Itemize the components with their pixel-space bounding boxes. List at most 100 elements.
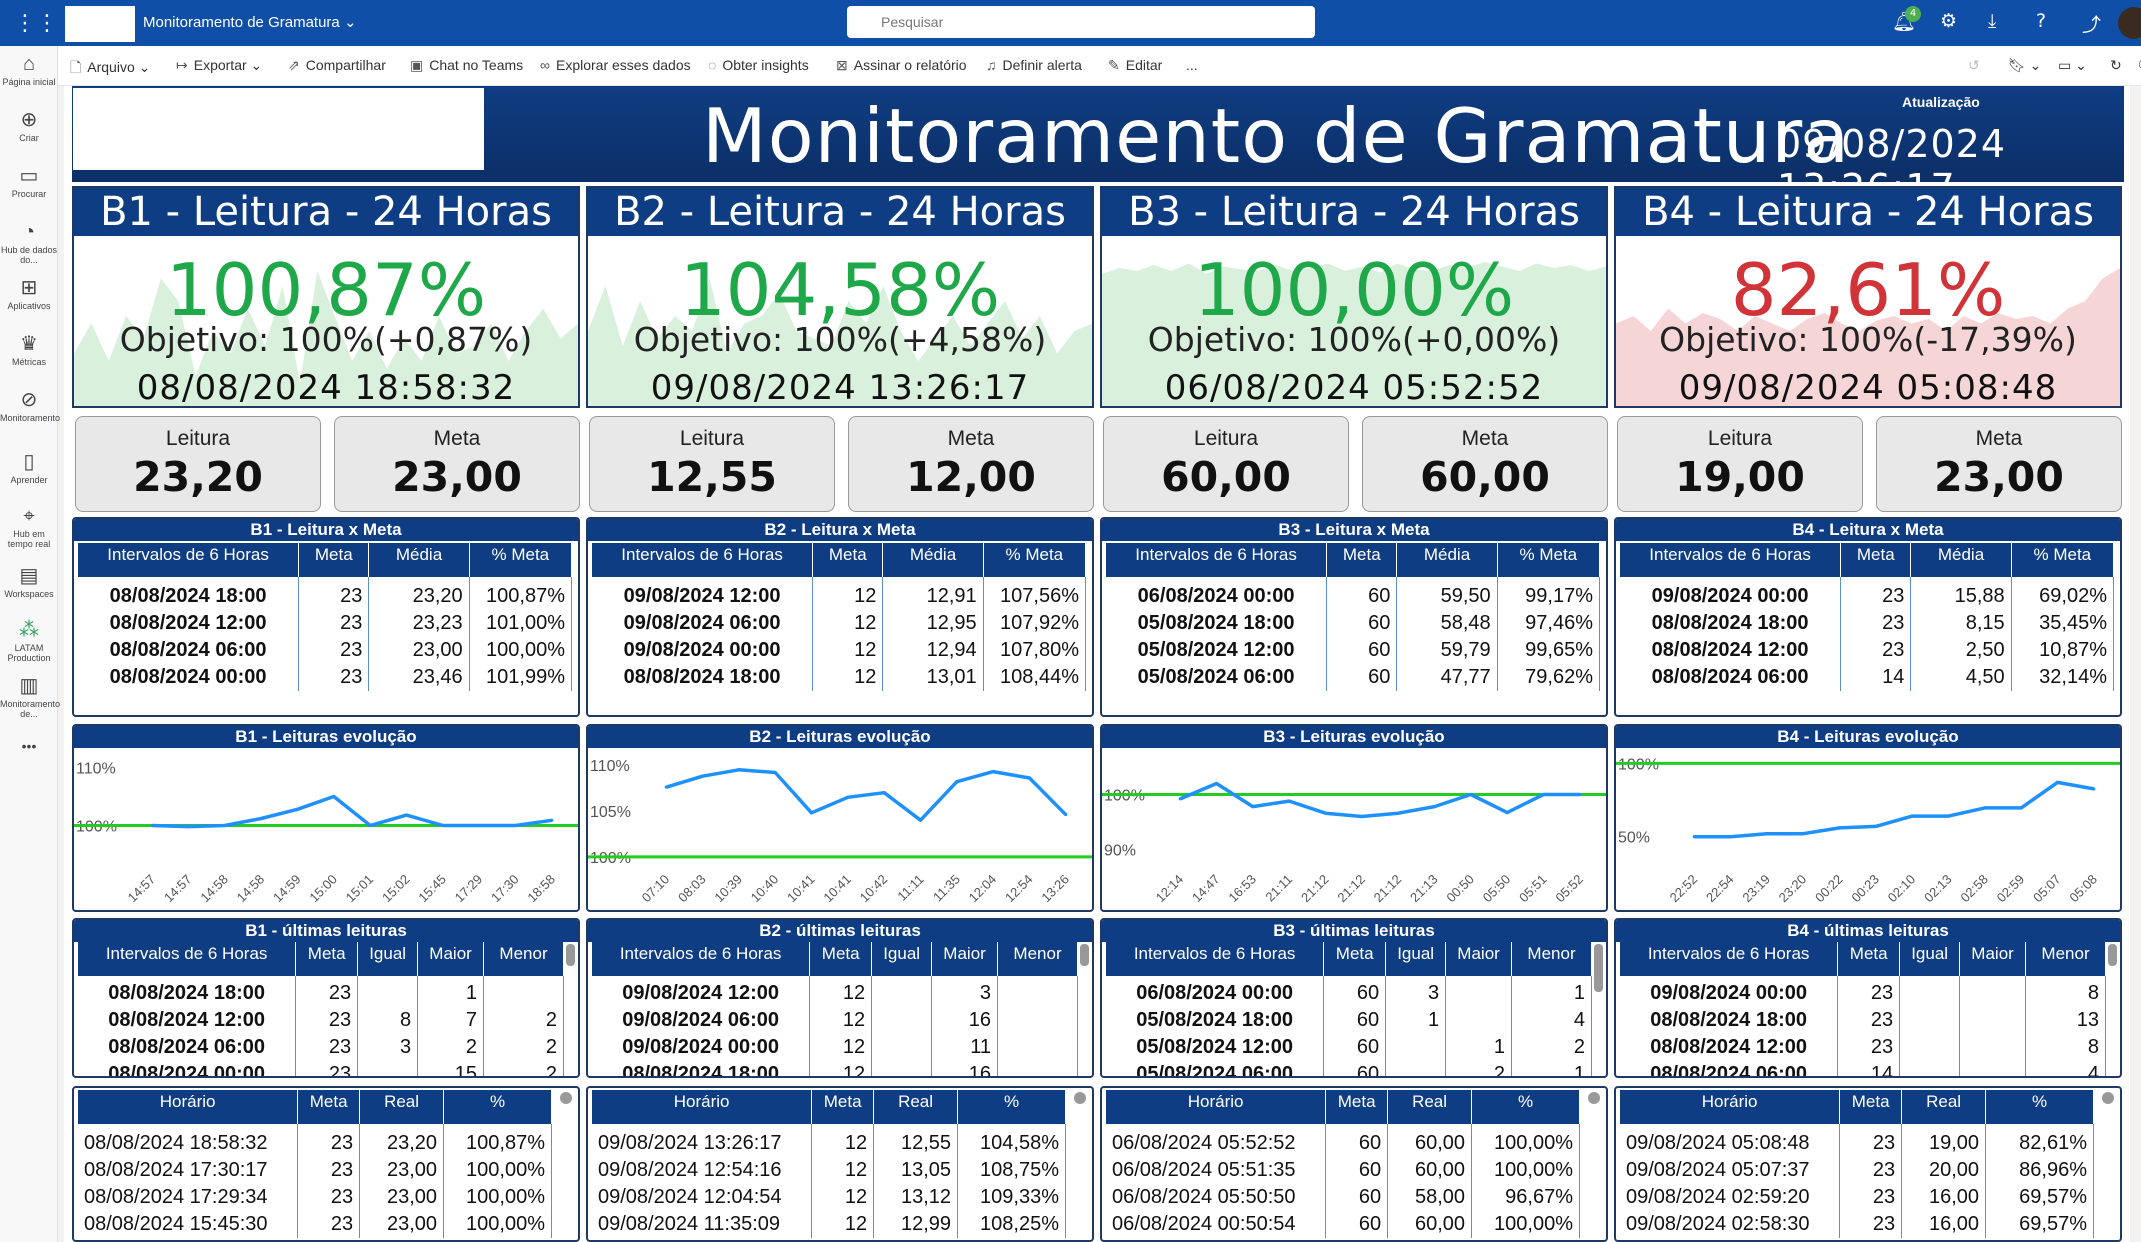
share-button[interactable]: ⇗ Compartilhar xyxy=(288,57,386,74)
column-header[interactable]: Menor xyxy=(1511,942,1592,976)
column-header[interactable]: Maior xyxy=(417,942,485,976)
report-name-dropdown[interactable]: Monitoramento de Gramatura ⌄ xyxy=(143,13,357,31)
column-header[interactable]: Meta xyxy=(295,942,359,976)
nav-item-book[interactable]: ▯ Aprender xyxy=(0,450,58,485)
column-header[interactable]: Horário xyxy=(1620,1090,1841,1124)
column-header[interactable]: Meta xyxy=(812,543,884,577)
scrollbar[interactable] xyxy=(1080,944,1089,966)
column-header[interactable]: Média xyxy=(368,543,470,577)
bookmark-icon[interactable]: 🔖︎ ⌄ xyxy=(2008,57,2041,74)
table-cell: 06/08/2024 00:50:54 xyxy=(1106,1211,1327,1238)
explore-data-button[interactable]: ∞ Explorar esses dados xyxy=(540,57,691,73)
nav-item-folder[interactable]: ▭ Procurar xyxy=(0,164,58,199)
column-header[interactable]: Menor xyxy=(2025,942,2106,976)
column-header[interactable]: Maior xyxy=(1445,942,1513,976)
column-header[interactable]: % xyxy=(957,1090,1066,1124)
column-header[interactable]: Intervalos de 6 Horas xyxy=(592,543,814,577)
column-header[interactable]: Meta xyxy=(1840,543,1912,577)
comment-icon[interactable]: 🗨︎ xyxy=(2136,57,2141,74)
scrollbar[interactable] xyxy=(1594,944,1603,992)
help-icon[interactable]: ? xyxy=(2036,10,2046,32)
nav-item-latam[interactable]: ⁂ LATAM Production xyxy=(0,618,58,663)
set-alert-button[interactable]: ♫ Definir alerta xyxy=(986,57,1082,73)
nav-item-apps[interactable]: ⊞ Aplicativos xyxy=(0,276,58,311)
nav-item-more[interactable]: ••• xyxy=(0,734,58,758)
export-menu-button[interactable]: ↦ Exportar ⌄ xyxy=(176,57,262,74)
column-header[interactable]: Intervalos de 6 Horas xyxy=(1106,942,1325,976)
column-header[interactable]: % xyxy=(1471,1090,1580,1124)
scrollbar[interactable] xyxy=(566,944,575,966)
column-header[interactable]: Real xyxy=(1387,1090,1473,1124)
column-header[interactable]: Meta xyxy=(1323,942,1387,976)
column-header[interactable]: Igual xyxy=(871,942,933,976)
column-header[interactable]: Meta xyxy=(297,1090,361,1124)
download-icon[interactable]: ⤓ xyxy=(1988,10,1996,32)
column-header[interactable]: Real xyxy=(1901,1090,1987,1124)
gear-icon[interactable]: ⚙ xyxy=(1940,10,1957,32)
column-header[interactable]: Média xyxy=(882,543,984,577)
column-header[interactable]: Intervalos de 6 Horas xyxy=(1620,543,1842,577)
column-header[interactable]: Média xyxy=(1396,543,1498,577)
column-header[interactable]: Meta xyxy=(809,942,873,976)
column-header[interactable]: Igual xyxy=(1385,942,1447,976)
column-header[interactable]: Horário xyxy=(78,1090,299,1124)
column-header[interactable]: % Meta xyxy=(2011,543,2115,577)
column-header[interactable]: Intervalos de 6 Horas xyxy=(78,543,300,577)
column-header[interactable]: Intervalos de 6 Horas xyxy=(1620,942,1839,976)
column-header[interactable]: Meta xyxy=(1839,1090,1903,1124)
column-header[interactable]: Meta xyxy=(298,543,370,577)
nav-item-report[interactable]: ▥ Monitoramento de... xyxy=(0,674,60,719)
share-feedback-icon[interactable]: ⤴ xyxy=(2082,10,2101,37)
avatar[interactable] xyxy=(2118,7,2141,39)
column-header[interactable]: Menor xyxy=(483,942,564,976)
nav-item-trophy[interactable]: ♛ Métricas xyxy=(0,332,58,367)
nav-item-plus[interactable]: ⊕ Criar xyxy=(0,108,58,143)
more-options-button[interactable]: ... xyxy=(1186,57,1198,73)
view-icon[interactable]: ▭ ⌄ xyxy=(2058,57,2087,74)
column-header[interactable]: % xyxy=(1985,1090,2094,1124)
reset-icon[interactable]: ↺ xyxy=(1968,57,1980,74)
edit-button[interactable]: ✎ Editar xyxy=(1108,57,1162,74)
column-header[interactable]: % Meta xyxy=(983,543,1087,577)
column-header[interactable]: Maior xyxy=(1959,942,2027,976)
column-header[interactable]: Menor xyxy=(997,942,1078,976)
column-header[interactable]: Horário xyxy=(1106,1090,1327,1124)
nav-item-realtime-hub[interactable]: ⌖ Hub em tempo real xyxy=(0,504,58,549)
column-header[interactable]: Média xyxy=(1910,543,2012,577)
nav-item-home[interactable]: ⌂ Página inicial xyxy=(0,52,58,87)
teams-chat-button[interactable]: ▣ Chat no Teams xyxy=(410,57,523,74)
table-cell: 08/08/2024 18:00 xyxy=(78,976,297,1007)
column-header[interactable]: Maior xyxy=(931,942,999,976)
nav-item-data-hub[interactable]: ◔ Hub de dados do... xyxy=(0,220,58,265)
column-header[interactable]: Meta xyxy=(811,1090,875,1124)
scroll-indicator[interactable] xyxy=(560,1092,572,1104)
scroll-indicator[interactable] xyxy=(2102,1092,2114,1104)
refresh-icon[interactable]: ↻ xyxy=(2110,57,2122,74)
scroll-indicator[interactable] xyxy=(1588,1092,1600,1104)
table-row: 09/08/2024 12:00 12 3 xyxy=(592,976,1078,1007)
column-header[interactable]: Intervalos de 6 Horas xyxy=(1106,543,1328,577)
table-cell: 107,56% xyxy=(983,577,1087,610)
column-header[interactable]: Intervalos de 6 Horas xyxy=(78,942,297,976)
nav-item-monitor[interactable]: ⊘ Monitoramento xyxy=(0,388,60,423)
column-header[interactable]: % xyxy=(443,1090,552,1124)
column-header[interactable]: % Meta xyxy=(1497,543,1601,577)
nav-item-workspaces[interactable]: ▤ Workspaces xyxy=(0,564,58,599)
table-row: 09/08/2024 06:00 12 16 xyxy=(592,1007,1078,1034)
column-header[interactable]: Meta xyxy=(1837,942,1901,976)
subscribe-button[interactable]: ⊠ Assinar o relatório xyxy=(836,57,967,74)
scrollbar[interactable] xyxy=(2108,944,2117,966)
scroll-indicator[interactable] xyxy=(1074,1092,1086,1104)
file-menu-button[interactable]: 🗋 Arquivo ⌄ xyxy=(70,57,150,81)
column-header[interactable]: % Meta xyxy=(469,543,573,577)
column-header[interactable]: Real xyxy=(359,1090,445,1124)
column-header[interactable]: Horário xyxy=(592,1090,813,1124)
column-header[interactable]: Real xyxy=(873,1090,959,1124)
column-header[interactable]: Meta xyxy=(1325,1090,1389,1124)
search-input[interactable]: Pesquisar xyxy=(847,6,1315,38)
column-header[interactable]: Meta xyxy=(1326,543,1398,577)
insights-button[interactable]: ◌ Obter insights xyxy=(708,57,809,73)
column-header[interactable]: Igual xyxy=(357,942,419,976)
column-header[interactable]: Igual xyxy=(1899,942,1961,976)
column-header[interactable]: Intervalos de 6 Horas xyxy=(592,942,811,976)
